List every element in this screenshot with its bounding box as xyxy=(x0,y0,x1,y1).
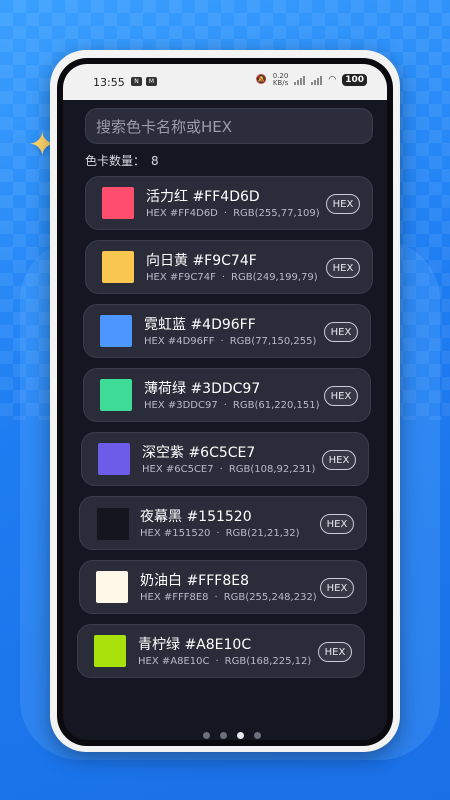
status-bar: 13:55 N M 🔕 0.20 KB/s ◠ 100 xyxy=(63,64,387,100)
separator: · xyxy=(219,464,223,475)
color-title: 霓虹蓝 #4D96FF xyxy=(144,317,256,333)
color-swatch xyxy=(100,379,132,411)
rgb-value: RGB(61,220,151) xyxy=(232,400,320,411)
color-title: 薄荷绿 #3DDC97 xyxy=(144,381,261,397)
wifi-icon: ◠ xyxy=(328,75,337,85)
copy-hex-button[interactable]: HEX xyxy=(322,450,356,470)
status-icons: 🔕 0.20 KB/s ◠ 100 xyxy=(256,73,367,87)
hex-value: HEX #4D96FF xyxy=(144,336,215,347)
separator: · xyxy=(214,592,218,603)
mute-icon: 🔕 xyxy=(255,75,267,85)
color-card[interactable]: 向日黄 #F9C74F HEX #F9C74F · RGB(249,199,79) … xyxy=(85,240,373,294)
color-count-label: 色卡数量： xyxy=(85,154,146,168)
color-swatch xyxy=(94,635,126,667)
hex-value: HEX #3DDC97 xyxy=(144,400,218,411)
app-screen: 13:55 N M 🔕 0.20 KB/s ◠ 100 搜索色卡名称或HEX 色… xyxy=(63,64,387,740)
hex-value: HEX #6C5CE7 xyxy=(142,464,214,475)
hex-value: HEX #F9C74F xyxy=(146,272,216,283)
rgb-value: RGB(249,199,79) xyxy=(231,272,318,283)
separator: · xyxy=(216,528,220,539)
signal-icon xyxy=(294,75,306,85)
separator: · xyxy=(223,400,227,411)
page-indicator[interactable] xyxy=(203,732,261,739)
color-count: 色卡数量： 8 xyxy=(85,152,159,169)
battery-icon: 100 xyxy=(342,74,367,86)
color-title: 青柠绿 #A8E10C xyxy=(138,637,252,653)
rgb-value: RGB(77,150,255) xyxy=(229,336,317,347)
copy-hex-button[interactable]: HEX xyxy=(326,194,360,214)
copy-hex-button[interactable]: HEX xyxy=(320,514,354,534)
color-values: HEX #3DDC97 · RGB(61,220,151) xyxy=(144,400,320,411)
rgb-value: RGB(108,92,231) xyxy=(228,464,316,475)
color-card[interactable]: 深空紫 #6C5CE7 HEX #6C5CE7 · RGB(108,92,231) … xyxy=(81,432,369,486)
search-input[interactable]: 搜索色卡名称或HEX xyxy=(85,108,373,144)
network-speed-unit: KB/s xyxy=(272,79,289,87)
separator: · xyxy=(221,272,226,283)
separator: · xyxy=(215,656,219,667)
color-title: 奶油白 #FFF8E8 xyxy=(140,573,249,589)
color-values: HEX #6C5CE7 · RGB(108,92,231) xyxy=(142,464,315,475)
page-dot-active[interactable] xyxy=(237,732,244,739)
network-speed: 0.20 KB/s xyxy=(273,73,289,87)
color-swatch xyxy=(100,315,132,347)
notification-app-icon-2: M xyxy=(146,77,157,86)
color-count-value: 8 xyxy=(151,154,159,168)
separator: · xyxy=(223,208,228,219)
hex-value: HEX #FF4D6D xyxy=(146,208,218,219)
color-values: HEX #F9C74F · RGB(249,199,79) xyxy=(146,272,318,283)
color-card[interactable]: 夜幕黑 #151520 HEX #151520 · RGB(21,21,32) HE… xyxy=(79,496,367,550)
copy-hex-button[interactable]: HEX xyxy=(324,322,358,342)
hex-value: HEX #A8E10C xyxy=(138,656,210,667)
color-card[interactable]: 活力红 #FF4D6D HEX #FF4D6D · RGB(255,77,109) … xyxy=(85,176,373,230)
color-title: 向日黄 #F9C74F xyxy=(146,253,257,269)
rgb-value: RGB(21,21,32) xyxy=(225,528,300,539)
color-card[interactable]: 霓虹蓝 #4D96FF HEX #4D96FF · RGB(77,150,255) … xyxy=(83,304,371,358)
color-title: 活力红 #FF4D6D xyxy=(146,189,260,205)
color-values: HEX #FF4D6D · RGB(255,77,109) xyxy=(146,208,320,219)
color-swatch xyxy=(98,443,130,475)
status-time: 13:55 xyxy=(93,76,125,89)
rgb-value: RGB(168,225,12) xyxy=(224,656,312,667)
separator: · xyxy=(220,336,224,347)
page-dot[interactable] xyxy=(254,732,261,739)
notification-app-icon: N xyxy=(131,77,142,86)
rgb-value: RGB(255,77,109) xyxy=(233,208,320,219)
hex-value: HEX #FFF8E8 xyxy=(140,592,209,603)
signal-icon-2 xyxy=(311,75,323,85)
phone-bezel: 13:55 N M 🔕 0.20 KB/s ◠ 100 搜索色卡名称或HEX 色… xyxy=(57,58,393,746)
color-title: 夜幕黑 #151520 xyxy=(140,509,252,525)
color-values: HEX #FFF8E8 · RGB(255,248,232) xyxy=(140,592,317,603)
page-dot[interactable] xyxy=(203,732,210,739)
copy-hex-button[interactable]: HEX xyxy=(324,386,358,406)
copy-hex-button[interactable]: HEX xyxy=(318,642,352,662)
color-values: HEX #151520 · RGB(21,21,32) xyxy=(140,528,300,539)
color-swatch xyxy=(102,251,134,283)
color-values: HEX #A8E10C · RGB(168,225,12) xyxy=(138,656,311,667)
color-values: HEX #4D96FF · RGB(77,150,255) xyxy=(144,336,316,347)
page-dot[interactable] xyxy=(220,732,227,739)
color-card[interactable]: 青柠绿 #A8E10C HEX #A8E10C · RGB(168,225,12) … xyxy=(77,624,365,678)
color-card[interactable]: 薄荷绿 #3DDC97 HEX #3DDC97 · RGB(61,220,151) … xyxy=(83,368,371,422)
rgb-value: RGB(255,248,232) xyxy=(223,592,317,603)
color-swatch xyxy=(102,187,134,219)
color-title: 深空紫 #6C5CE7 xyxy=(142,445,256,461)
hex-value: HEX #151520 xyxy=(140,528,211,539)
color-swatch xyxy=(96,507,130,541)
color-card[interactable]: 奶油白 #FFF8E8 HEX #FFF8E8 · RGB(255,248,232)… xyxy=(79,560,367,614)
copy-hex-button[interactable]: HEX xyxy=(320,578,354,598)
phone-frame: 13:55 N M 🔕 0.20 KB/s ◠ 100 搜索色卡名称或HEX 色… xyxy=(50,50,400,752)
copy-hex-button[interactable]: HEX xyxy=(326,258,360,278)
color-swatch xyxy=(96,571,128,603)
